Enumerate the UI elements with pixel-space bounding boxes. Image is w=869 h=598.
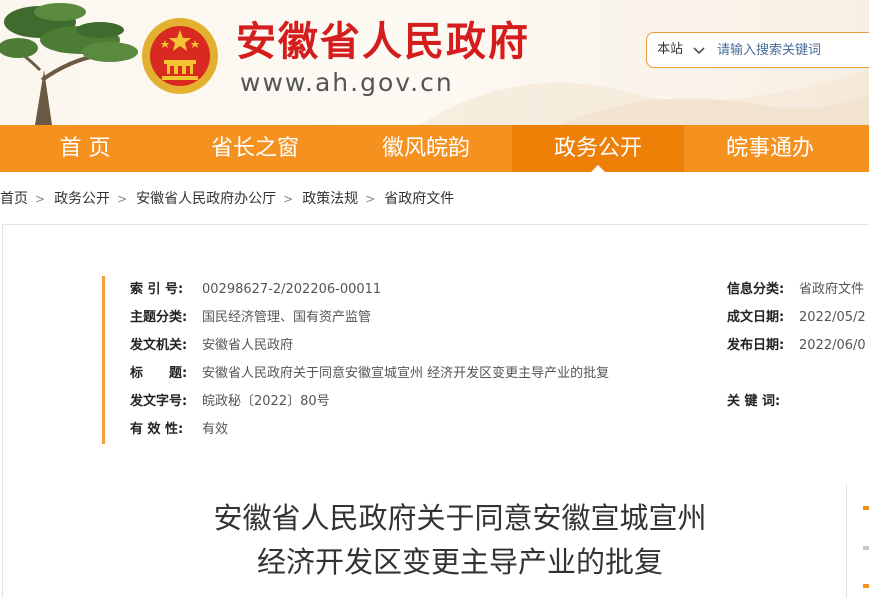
meta-value: 有效	[202, 422, 229, 437]
meta-value: 皖政秘〔2022〕80号	[202, 394, 330, 409]
nav-item-culture[interactable]: 徽风皖韵	[340, 125, 512, 172]
chevron-right-icon: >	[365, 192, 376, 206]
chevron-right-icon: >	[283, 192, 294, 206]
search-input[interactable]	[717, 40, 869, 60]
meta-value: 安徽省人民政府	[202, 338, 294, 353]
nav-item-services[interactable]: 皖事通办	[684, 125, 856, 172]
meta-label: 标 题:	[130, 366, 188, 381]
meta-value: 省政府文件	[799, 282, 865, 297]
side-tool-marker[interactable]	[863, 506, 869, 510]
active-caret-icon	[591, 165, 605, 172]
meta-label: 有 效 性:	[130, 422, 184, 437]
site-header: 安徽省人民政府 www.ah.gov.cn 本站	[0, 0, 869, 125]
meta-label: 发布日期:	[727, 338, 785, 353]
breadcrumb-home[interactable]: 首页	[0, 191, 28, 207]
breadcrumb-gov-affairs[interactable]: 政务公开	[54, 191, 110, 207]
meta-label: 索 引 号:	[130, 282, 184, 297]
meta-category: 主题分类: 国民经济管理、国有资产监管	[130, 308, 371, 328]
meta-label: 发文字号:	[130, 394, 188, 409]
side-tool-marker[interactable]	[863, 584, 869, 588]
chevron-right-icon: >	[35, 192, 46, 206]
meta-label: 发文机关:	[130, 338, 188, 353]
meta-value: 国民经济管理、国有资产监管	[202, 310, 372, 325]
side-tool-marker[interactable]	[863, 546, 869, 550]
nav-item-governor[interactable]: 省长之窗	[170, 125, 340, 172]
meta-value: 2022/05/2	[799, 310, 866, 325]
document-title-line1: 安徽省人民政府关于同意安徽宣城宣州	[213, 501, 707, 535]
search-scope-select[interactable]: 本站	[657, 41, 683, 59]
meta-label: 成文日期:	[727, 310, 785, 325]
meta-label: 关 键 词:	[727, 394, 781, 409]
meta-publish-date: 发布日期: 2022/06/0	[727, 336, 866, 356]
pine-tree-icon	[0, 3, 138, 125]
meta-doc-no: 发文字号: 皖政秘〔2022〕80号	[130, 392, 330, 412]
meta-value: 2022/06/0	[799, 338, 866, 353]
breadcrumb: 首页 > 政务公开 > 安徽省人民政府办公厅 > 政策法规 > 省政府文件	[0, 188, 454, 210]
breadcrumb-provincial-docs[interactable]: 省政府文件	[384, 191, 454, 207]
chevron-right-icon: >	[117, 192, 128, 206]
meta-index-no: 索 引 号: 00298627-2/202206-00011	[130, 280, 381, 300]
nav-item-home[interactable]: 首 页	[0, 125, 170, 172]
meta-issuer: 发文机关: 安徽省人民政府	[130, 336, 293, 356]
document-meta: 索 引 号: 00298627-2/202206-00011 主题分类: 国民经济管…	[102, 276, 869, 444]
nav-item-gov-affairs-label: 政务公开	[553, 136, 642, 161]
search-box: 本站	[646, 32, 869, 68]
meta-validity: 有 效 性: 有效	[130, 420, 228, 440]
side-toolbar	[846, 484, 869, 598]
meta-keywords: 关 键 词:	[727, 392, 799, 412]
breadcrumb-office[interactable]: 安徽省人民政府办公厅	[136, 191, 276, 207]
meta-label: 信息分类:	[727, 282, 785, 297]
chevron-down-icon[interactable]	[691, 42, 707, 58]
meta-label: 主题分类:	[130, 310, 188, 325]
main-nav: 首 页 省长之窗 徽风皖韵 政务公开 皖事通办	[0, 125, 869, 172]
document-title: 安徽省人民政府关于同意安徽宣城宣州 经济开发区变更主导产业的批复	[160, 496, 760, 584]
national-emblem-icon	[142, 18, 218, 94]
meta-written-date: 成文日期: 2022/05/2	[727, 308, 866, 328]
meta-value: 00298627-2/202206-00011	[202, 282, 382, 297]
meta-title: 标 题: 安徽省人民政府关于同意安徽宣城宣州 经济开发区变更主导产业的批复	[130, 364, 609, 384]
site-name: 安徽省人民政府	[236, 19, 530, 65]
site-url: www.ah.gov.cn	[240, 68, 454, 97]
meta-info-class: 信息分类: 省政府文件	[727, 280, 864, 300]
nav-item-gov-affairs[interactable]: 政务公开	[512, 125, 684, 172]
document-title-line2: 经济开发区变更主导产业的批复	[256, 545, 663, 579]
meta-value: 安徽省人民政府关于同意安徽宣城宣州 经济开发区变更主导产业的批复	[202, 366, 610, 381]
breadcrumb-policy[interactable]: 政策法规	[302, 191, 358, 207]
